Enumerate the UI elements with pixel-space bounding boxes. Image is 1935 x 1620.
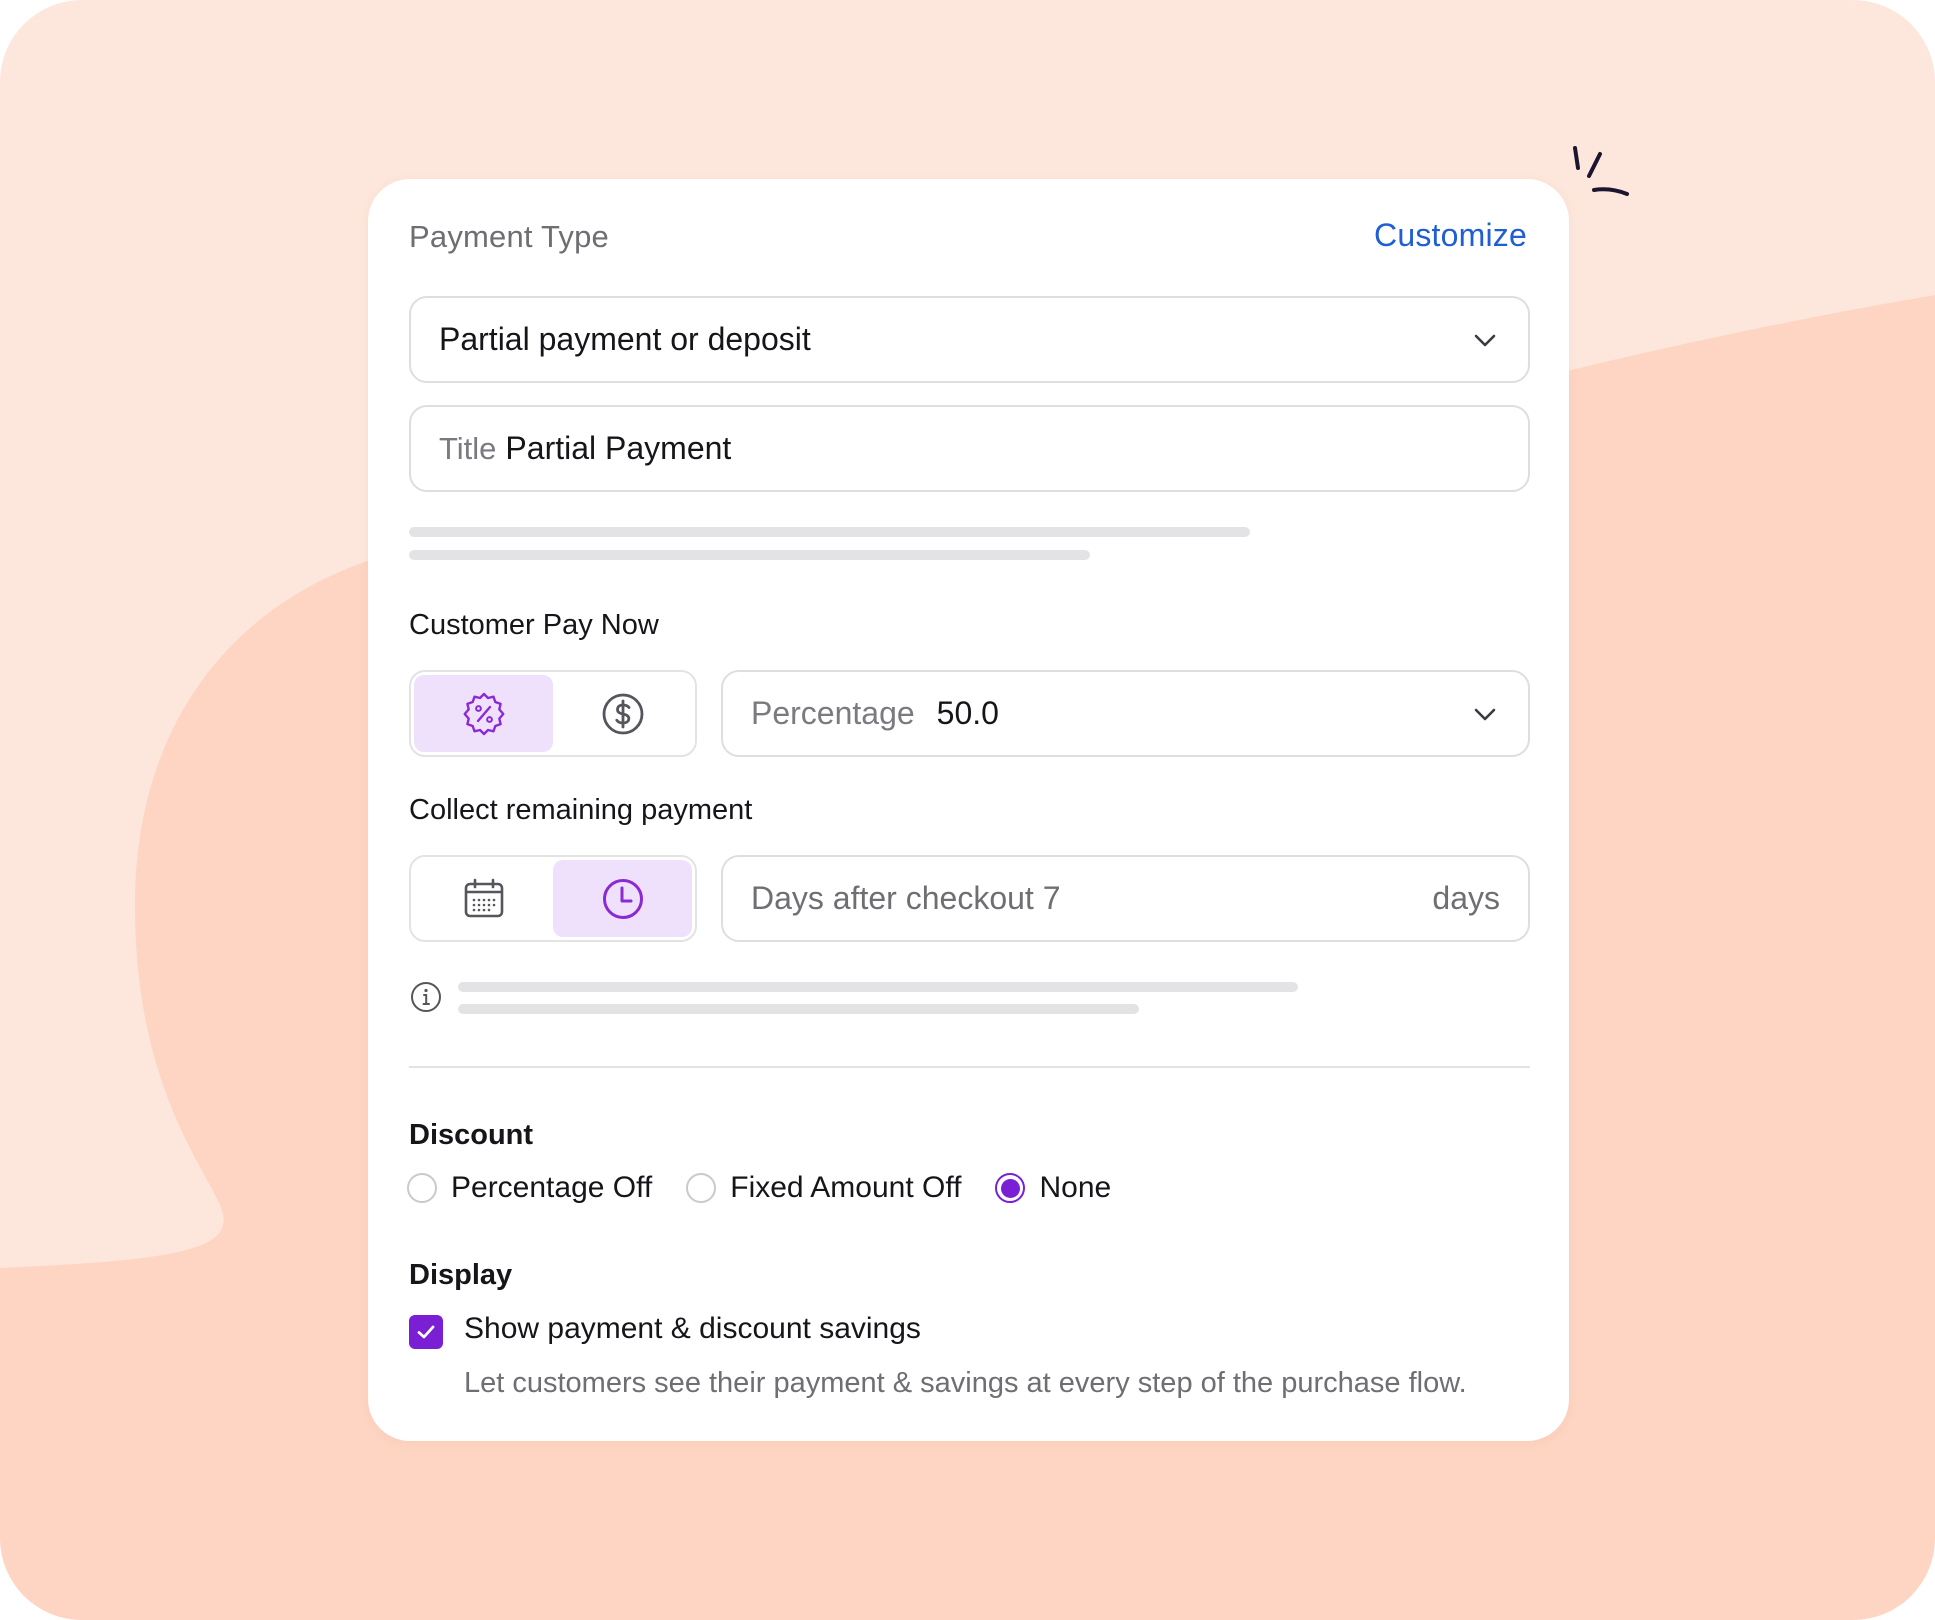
radio-button[interactable] [686,1173,717,1203]
show-savings-checkbox[interactable] [409,1315,443,1349]
customize-link[interactable]: Customize [1374,217,1527,254]
days-after-checkout-input[interactable]: Days after checkout 7 days [721,855,1530,942]
radio-selected-dot [1000,1178,1020,1198]
calendar-icon [464,878,503,917]
radio-label: None [1039,1171,1112,1204]
section-divider [409,1066,1530,1068]
clock-toggle-button[interactable] [553,860,692,937]
payment-type-label: Payment Type [409,219,609,254]
chevron-down-icon [1474,334,1496,346]
radio-label: Percentage Off [451,1171,653,1204]
discount-option-none[interactable]: None [995,1171,1111,1205]
show-savings-label: Show payment & discount savings [464,1312,921,1345]
skeleton-line [458,1004,1139,1014]
calendar-toggle-button[interactable] [414,860,553,937]
radio-button-selected[interactable] [995,1173,1026,1203]
chevron-down-icon [1474,708,1496,720]
info-icon [411,982,441,1012]
discount-title: Discount [409,1119,534,1151]
pay-now-type-toggle [409,670,697,757]
pay-now-percentage-select[interactable]: Percentage 50.0 [721,670,1530,757]
discount-radio-group: Percentage Off Fixed Amount Off None [407,1168,1145,1208]
title-input-label: Title [439,430,497,466]
checkmark-icon [417,1325,435,1339]
discount-option-percentage-off[interactable]: Percentage Off [407,1171,652,1205]
percentage-select-value: 50.0 [936,695,999,731]
payment-settings-card: Payment Type Customize Partial payment o… [368,179,1569,1441]
discount-option-fixed-amount-off[interactable]: Fixed Amount Off [686,1171,961,1205]
remaining-schedule-toggle [409,855,697,942]
payment-type-select[interactable]: Partial payment or deposit [409,296,1530,383]
dollar-toggle-button[interactable] [553,675,692,752]
skeleton-line [409,527,1250,537]
radio-label: Fixed Amount Off [730,1171,962,1204]
display-title: Display [409,1259,513,1291]
sparkle-doodle-icon [1573,146,1629,196]
background-canvas: Payment Type Customize Partial payment o… [0,0,1935,1620]
percentage-select-label: Percentage [751,695,915,731]
customer-pay-now-title: Customer Pay Now [409,609,659,641]
skeleton-line [458,982,1298,992]
skeleton-line [409,550,1090,560]
percent-badge-icon [463,692,504,735]
collect-remaining-title: Collect remaining payment [409,794,753,826]
show-savings-help-text: Let customers see their payment & saving… [464,1367,1467,1399]
percent-toggle-button[interactable] [414,675,553,752]
clock-icon [602,878,643,919]
title-input[interactable]: Title Partial Payment [409,405,1530,492]
days-after-checkout-value: Days after checkout 7 [751,880,1061,916]
days-suffix: days [1432,880,1500,916]
dollar-circle-icon [602,693,643,734]
title-input-value: Partial Payment [505,430,732,466]
payment-type-select-value: Partial payment or deposit [439,321,811,357]
radio-button[interactable] [407,1173,437,1203]
